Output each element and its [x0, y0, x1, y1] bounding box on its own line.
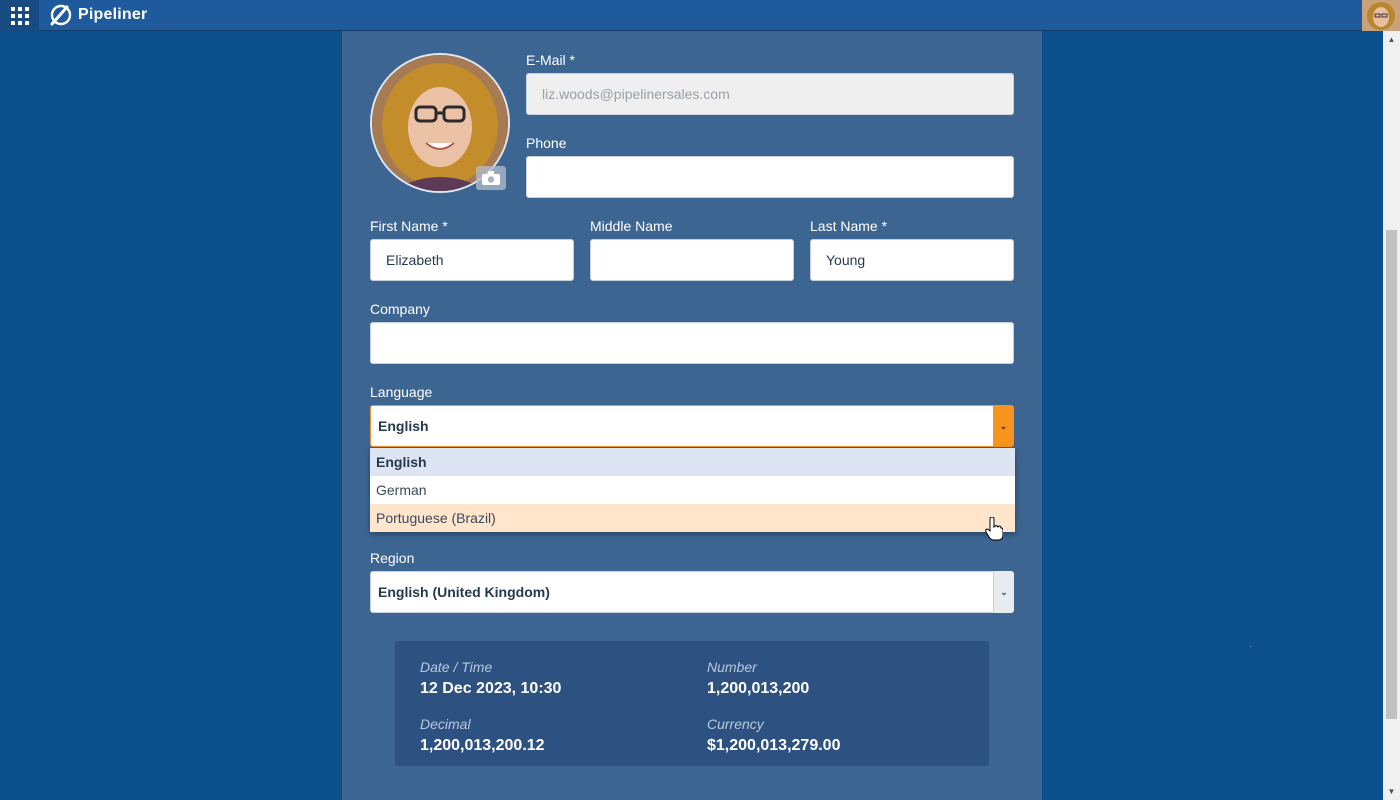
scrollbar-thumb[interactable] [1386, 230, 1397, 719]
decimal-label: Decimal [420, 716, 471, 732]
region-select[interactable]: English (United Kingdom) ⌄ [370, 571, 1014, 613]
decimal-value: 1,200,013,200.12 [420, 737, 545, 754]
vertical-scrollbar[interactable]: ▲ ▼ [1383, 31, 1400, 800]
language-dropdown-toggle[interactable]: ⌄ [993, 405, 1014, 447]
language-option-english[interactable]: English [370, 448, 1015, 476]
language-option-german[interactable]: German [370, 476, 1015, 504]
scroll-down-arrow-icon[interactable]: ▼ [1383, 783, 1400, 800]
region-select-value: English (United Kingdom) [378, 584, 550, 600]
datetime-label: Date / Time [420, 659, 493, 675]
pipeliner-logo-icon [50, 4, 72, 26]
first-name-field[interactable]: Elizabeth [370, 239, 574, 281]
region-label: Region [370, 550, 415, 566]
language-select-value: English [378, 418, 429, 434]
middle-name-field[interactable] [590, 239, 794, 281]
datetime-value: 12 Dec 2023, 10:30 [420, 680, 562, 697]
region-dropdown-toggle[interactable]: ⌄ [993, 571, 1014, 613]
decorative-dot [1250, 646, 1251, 647]
phone-label: Phone [526, 135, 567, 151]
scroll-up-arrow-icon[interactable]: ▲ [1383, 31, 1400, 48]
last-name-field[interactable]: Young [810, 239, 1014, 281]
middle-name-label: Middle Name [590, 218, 673, 234]
grid-icon [10, 6, 29, 25]
app-name: Pipeliner [78, 6, 148, 23]
change-photo-button[interactable] [476, 166, 506, 190]
user-photo-icon [1362, 0, 1400, 31]
app-launcher-button[interactable] [0, 0, 39, 31]
currency-value: $1,200,013,279.00 [707, 737, 841, 754]
email-field[interactable]: liz.woods@pipelinersales.com [526, 73, 1014, 115]
camera-icon [482, 171, 500, 185]
user-avatar[interactable] [1362, 0, 1400, 31]
number-label: Number [707, 659, 757, 675]
email-label: E-Mail * [526, 52, 576, 68]
hand-cursor-icon [985, 517, 1003, 541]
phone-field[interactable] [526, 156, 1014, 198]
chevron-down-icon: ⌄ [1000, 586, 1008, 597]
currency-label: Currency [707, 716, 764, 732]
chevron-down-icon: ⌄ [999, 420, 1008, 431]
language-select[interactable]: English ⌄ [370, 405, 1014, 447]
first-name-label: First Name * [370, 218, 448, 234]
number-value: 1,200,013,200 [707, 680, 810, 697]
language-label: Language [370, 384, 433, 400]
language-option-portuguese-brazil[interactable]: Portuguese (Brazil) [370, 504, 1015, 532]
company-field[interactable] [370, 322, 1014, 364]
language-dropdown-menu: English German Portuguese (Brazil) [370, 448, 1015, 532]
last-name-label: Last Name * [810, 218, 888, 234]
company-label: Company [370, 301, 430, 317]
app-logo[interactable]: Pipeliner [49, 4, 147, 26]
top-bar: Pipeliner [0, 0, 1400, 31]
